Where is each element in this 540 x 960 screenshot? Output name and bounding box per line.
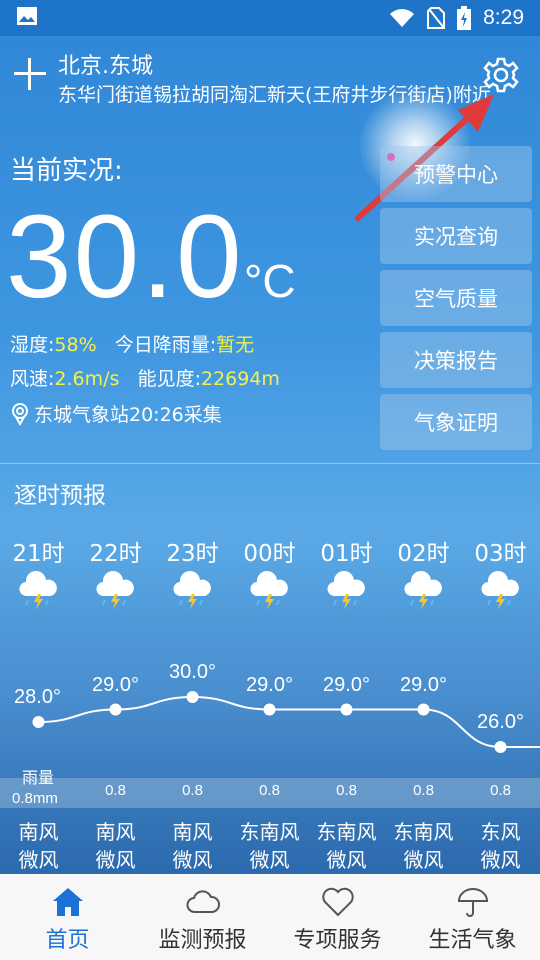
- tab-monitor-forecast[interactable]: 监测预报: [135, 874, 270, 960]
- rain-value: 0.8: [413, 782, 434, 799]
- hour-label: 03时: [474, 541, 527, 567]
- section-divider: [0, 463, 540, 464]
- wind-force: 微风: [172, 848, 213, 872]
- bottom-tab-bar: 首页 监测预报 专项服务 生活气象: [0, 874, 540, 960]
- tab-home[interactable]: 首页: [0, 874, 135, 960]
- temperature-point: [32, 716, 45, 728]
- heart-icon: [321, 887, 354, 917]
- hourly-forecast-title: 逐时预报: [14, 483, 106, 509]
- rain-title: 雨量: [22, 768, 55, 787]
- tab-life-weather[interactable]: 生活气象: [405, 874, 540, 960]
- thunderstorm-icon: [326, 570, 365, 609]
- rain-value: 0.8: [336, 782, 357, 799]
- wind-direction: 东南风: [316, 820, 377, 844]
- wind-visibility-line: 风速:2.6m/s 能见度:22694m: [10, 364, 280, 391]
- rain-value: 0.8: [105, 782, 126, 799]
- wind-direction: 东南风: [239, 820, 300, 844]
- wind-force: 微风: [326, 848, 367, 872]
- temperature-unit: °C: [244, 255, 296, 307]
- wind-direction: 南风: [95, 820, 136, 844]
- wind-direction: 南风: [172, 820, 213, 844]
- humidity-rain-line: 湿度:58% 今日降雨量:暂无: [10, 330, 254, 357]
- humidity-label: 湿度:: [10, 334, 55, 356]
- thunderstorm-icon: [480, 570, 519, 609]
- current-conditions-label: 当前实况:: [10, 156, 123, 186]
- thunderstorm-icon: [172, 570, 211, 609]
- wind-direction: 东风: [480, 820, 521, 844]
- decision-report-button[interactable]: 决策报告: [380, 332, 532, 388]
- station-text: 东城气象站20:26采集: [34, 404, 222, 426]
- hour-label: 23时: [166, 541, 219, 567]
- tab-label-life: 生活气象: [428, 928, 517, 953]
- wind-force: 微风: [403, 848, 444, 872]
- thunderstorm-icon: [95, 570, 134, 609]
- temperature-curve: [32, 691, 540, 753]
- home-icon: [52, 888, 83, 916]
- visibility-value: 22694m: [200, 368, 280, 390]
- rain-value: 0.8: [490, 782, 511, 799]
- thunderstorm-icon: [249, 570, 288, 609]
- tab-label-monitor: 监测预报: [158, 928, 247, 953]
- thunderstorm-icon: [403, 570, 442, 609]
- temperature-point: [417, 703, 430, 716]
- umbrella-icon: [457, 888, 488, 917]
- wind-force: 微风: [249, 848, 290, 872]
- rain-value: 暂无: [216, 334, 255, 356]
- temperature-point: [340, 703, 353, 716]
- temperature-point: [263, 703, 276, 716]
- temperature-point: [109, 703, 122, 716]
- hour-label: 02时: [397, 541, 450, 567]
- wind-force: 微风: [18, 848, 59, 872]
- tab-special-services[interactable]: 专项服务: [270, 874, 405, 960]
- wind-force: 微风: [480, 848, 521, 872]
- station-info: 东城气象站20:26采集: [10, 400, 222, 427]
- air-quality-button[interactable]: 空气质量: [380, 270, 532, 326]
- hour-label: 21时: [12, 541, 65, 567]
- tab-label-home: 首页: [45, 928, 90, 953]
- live-query-button[interactable]: 实况查询: [380, 208, 532, 264]
- wind-value: 2.6m/s: [54, 368, 120, 390]
- wind-direction: 南风: [18, 820, 59, 844]
- visibility-label: 能见度:: [137, 368, 201, 390]
- current-temperature: 30.0: [6, 191, 244, 323]
- cloud-icon: [186, 890, 220, 913]
- wind-label: 风速:: [10, 368, 55, 390]
- rain-value: 0.8: [259, 782, 280, 799]
- thunderstorm-icon: [18, 570, 57, 609]
- weather-certificate-button[interactable]: 气象证明: [380, 394, 532, 450]
- hour-label: 22时: [89, 541, 142, 567]
- rain-label: 今日降雨量:: [114, 334, 217, 356]
- temperature-point: [186, 691, 199, 703]
- side-menu: 预警中心 实况查询 空气质量 决策报告 气象证明: [380, 146, 532, 456]
- hour-label: 01时: [320, 541, 373, 567]
- wind-direction: 东南风: [393, 820, 454, 844]
- tab-label-special: 专项服务: [293, 928, 382, 953]
- wind-force: 微风: [95, 848, 136, 872]
- humidity-value: 58%: [54, 334, 97, 356]
- rain-value: 0.8: [182, 782, 203, 799]
- location-pin-icon: [12, 402, 28, 426]
- temperature-point: [494, 741, 507, 753]
- rain-value-first: 0.8mm: [12, 790, 58, 807]
- warning-center-button[interactable]: 预警中心: [380, 146, 532, 202]
- hour-label: 00时: [243, 541, 296, 567]
